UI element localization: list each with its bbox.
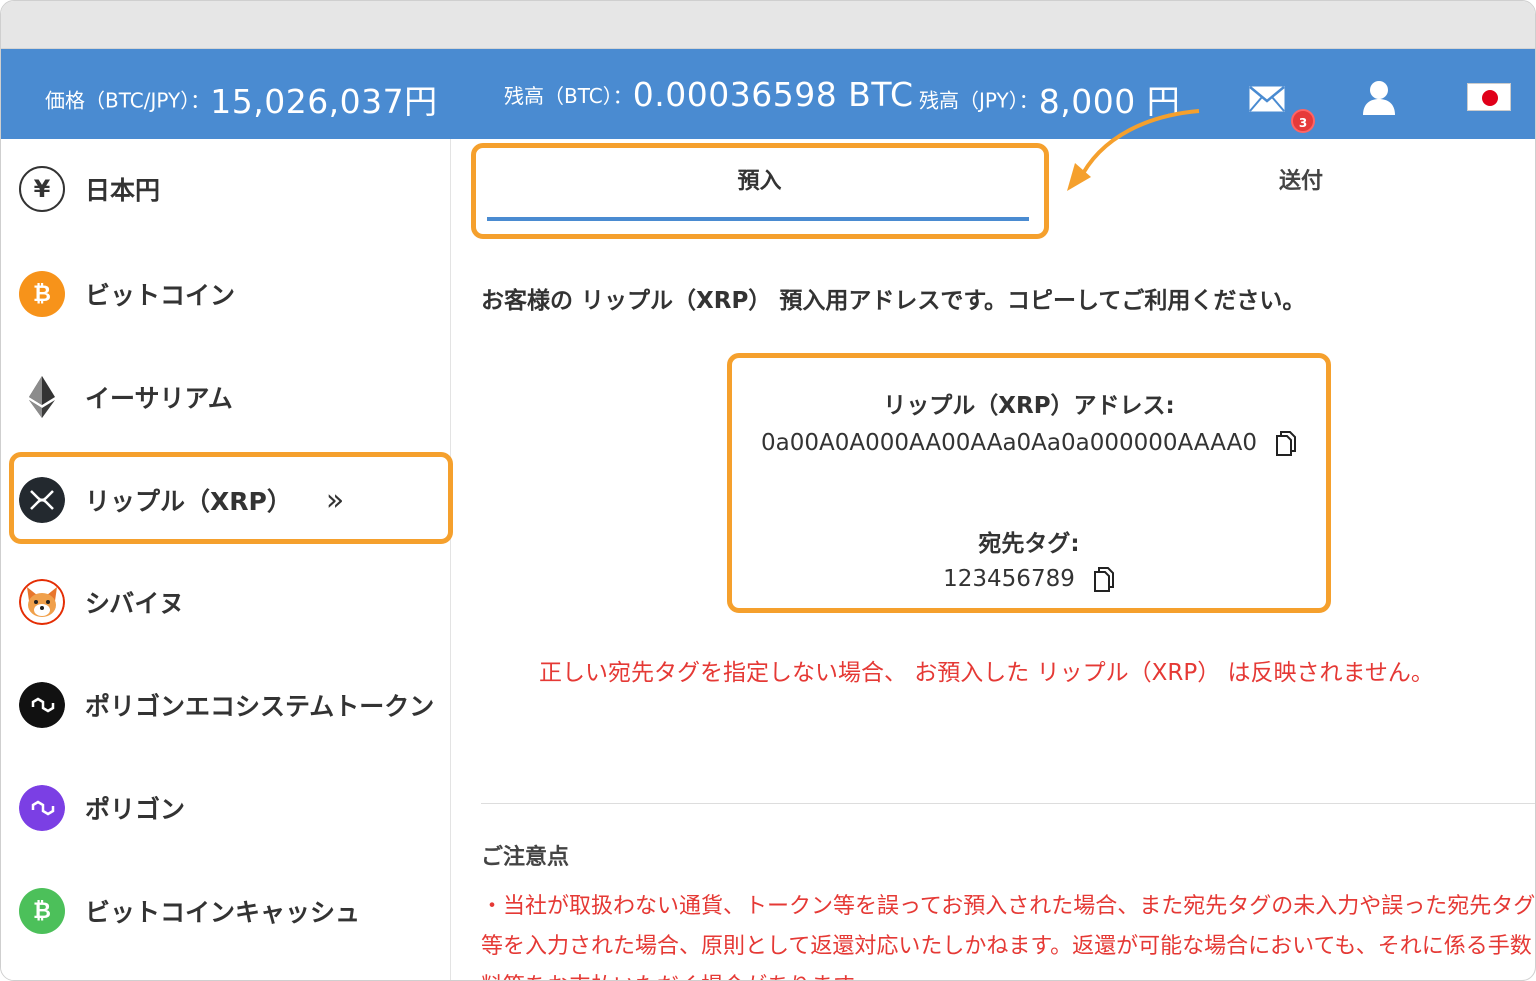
mail-icon[interactable] xyxy=(1249,86,1285,112)
sidebar-item-ethereum[interactable]: イーサリアム xyxy=(19,367,439,427)
destination-tag-value[interactable]: 123456789 xyxy=(943,566,1075,592)
copy-address-icon[interactable] xyxy=(1275,430,1297,456)
bitcoin-cash-icon: ₿ xyxy=(19,888,65,934)
notification-badge: 3 xyxy=(1291,109,1315,133)
deposit-intro-text: お客様の リップル（XRP） 預入用アドレスです。コピーしてご利用ください。 xyxy=(481,288,1306,314)
sidebar-item-label: イーサリアム xyxy=(85,384,233,413)
sidebar-item-pol[interactable]: ポリゴンエコシステムトークン xyxy=(19,675,439,735)
ethereum-icon xyxy=(29,376,55,418)
polygon-icon xyxy=(19,785,65,831)
destination-tag-row: 123456789 xyxy=(732,566,1326,592)
jpy-balance-label: 残高（JPY）： xyxy=(919,88,1039,113)
price-label: 価格（BTC/JPY）： xyxy=(45,88,211,113)
currency-sidebar: ¥ 日本円 ₿ ビットコイン イーサリアム リップル（XRP） » シバイヌ ポ… xyxy=(1,139,453,980)
main-content: 預入 送付 お客様の リップル（XRP） 預入用アドレスです。コピーしてご利用く… xyxy=(451,139,1536,980)
shiba-icon xyxy=(19,579,65,625)
sidebar-item-label: ビットコイン xyxy=(85,281,236,310)
yen-icon: ¥ xyxy=(19,166,65,212)
price-value: 15,026,037円 xyxy=(210,82,438,121)
notes-title: ご注意点 xyxy=(481,845,570,870)
btc-balance-display: 残高（BTC）：0.00036598 BTC xyxy=(504,75,914,114)
sidebar-item-polygon[interactable]: ポリゴン xyxy=(19,778,439,838)
address-title: リップル（XRP）アドレス: xyxy=(883,393,1175,419)
japan-flag-icon[interactable] xyxy=(1467,83,1511,111)
tab-send[interactable]: 送付 xyxy=(1211,163,1391,195)
btc-balance-value: 0.00036598 BTC xyxy=(632,75,914,114)
annotation-arrow-icon xyxy=(1067,109,1200,191)
address-row: 0a00A0A000AA00AAa0Aa0a000000AAAA0 xyxy=(732,430,1326,456)
address-value[interactable]: 0a00A0A000AA00AAa0Aa0a000000AAAA0 xyxy=(761,430,1257,456)
address-panel: リップル（XRP）アドレス: 0a00A0A000AA00AAa0Aa0a000… xyxy=(727,353,1331,613)
notes-body: ・当社が取扱わない通貨、トークン等を誤ってお預入された場合、また宛先タグの未入力… xyxy=(481,894,1536,980)
browser-top-bar xyxy=(1,1,1535,49)
destination-tag-warning: 正しい宛先タグを指定しない場合、 お預入した リップル（XRP） は反映されませ… xyxy=(539,660,1434,686)
sidebar-item-jpy[interactable]: ¥ 日本円 xyxy=(19,159,439,219)
price-display: 価格（BTC/JPY）：15,026,037円 xyxy=(45,75,438,123)
tab-highlight xyxy=(471,143,1049,239)
sidebar-item-label: ポリゴンエコシステムトークン xyxy=(85,692,435,721)
sidebar-item-label: 日本円 xyxy=(85,176,161,205)
destination-tag-title: 宛先タグ: xyxy=(978,531,1080,557)
selected-item-highlight xyxy=(9,452,453,544)
sidebar-item-label: ポリゴン xyxy=(85,795,186,824)
user-icon[interactable] xyxy=(1361,79,1397,115)
sidebar-item-bitcoin[interactable]: ₿ ビットコイン xyxy=(19,264,439,324)
sidebar-item-label: シバイヌ xyxy=(85,589,185,618)
top-header: 価格（BTC/JPY）：15,026,037円 残高（BTC）：0.000365… xyxy=(1,49,1535,139)
copy-tag-icon[interactable] xyxy=(1093,566,1115,592)
bitcoin-icon: ₿ xyxy=(19,271,65,317)
sidebar-item-shiba[interactable]: シバイヌ xyxy=(19,572,439,632)
app-window: 価格（BTC/JPY）：15,026,037円 残高（BTC）：0.000365… xyxy=(0,0,1536,981)
sidebar-item-label: ビットコインキャッシュ xyxy=(85,898,361,927)
sidebar-item-bitcoin-cash[interactable]: ₿ ビットコインキャッシュ xyxy=(19,881,439,941)
divider xyxy=(481,803,1535,804)
btc-balance-label: 残高（BTC）： xyxy=(504,84,633,108)
pol-icon xyxy=(19,682,65,728)
